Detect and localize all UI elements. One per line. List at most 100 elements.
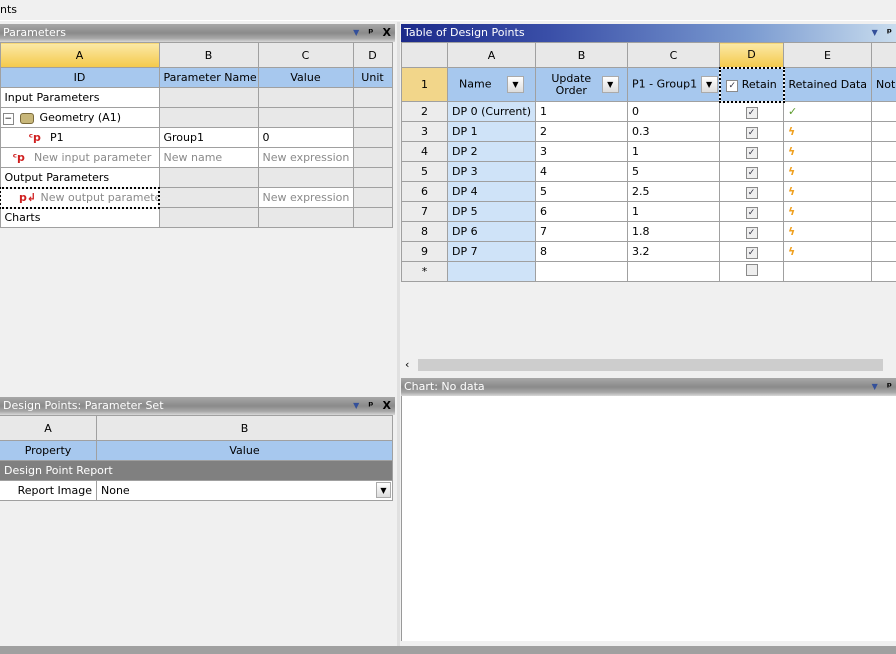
parameter-row[interactable]: ᶜp P1 Group1 0 xyxy=(0,127,393,148)
name-cell[interactable]: DP 3 xyxy=(447,161,536,182)
id-cell[interactable]: ᶜp P1 xyxy=(0,127,160,148)
notes-cell[interactable] xyxy=(871,261,896,282)
column-a[interactable]: A xyxy=(0,415,97,441)
retain-cell[interactable]: ✓ xyxy=(719,141,784,162)
parameter-row[interactable]: ᶜp New input parameter New name New expres… xyxy=(0,147,393,168)
column-a[interactable]: A xyxy=(447,42,536,68)
dropdown-icon[interactable]: ▼ xyxy=(353,24,359,42)
design-point-row[interactable]: * xyxy=(401,261,896,282)
report-image-select[interactable]: None ▼ xyxy=(96,480,393,501)
dropdown-icon[interactable]: ▼ xyxy=(872,24,878,42)
close-icon[interactable]: X xyxy=(383,24,391,42)
id-cell[interactable]: p↲ New output parameter xyxy=(0,186,160,209)
retain-cell[interactable]: ✓ xyxy=(719,241,784,262)
pin-icon[interactable]: ᵖ xyxy=(368,24,373,42)
horizontal-scrollbar[interactable]: ‹ xyxy=(401,357,896,373)
column-b[interactable]: B xyxy=(535,42,628,68)
value-cell[interactable]: 0 xyxy=(257,127,354,148)
retain-cell[interactable]: ✓ xyxy=(719,221,784,242)
name-cell[interactable]: DP 4 xyxy=(447,181,536,202)
id-cell[interactable]: − Geometry (A1) xyxy=(0,107,160,128)
notes-cell[interactable] xyxy=(871,241,896,262)
design-point-row[interactable]: 6 DP 4 5 2.5 ✓ ϟ xyxy=(401,181,896,202)
design-point-row[interactable]: 3 DP 1 2 0.3 ✓ ϟ xyxy=(401,121,896,142)
name-cell[interactable]: DP 0 (Current) xyxy=(447,101,536,122)
retain-checkbox[interactable]: ✓ xyxy=(745,166,758,179)
parameter-row[interactable]: p↲ New output parameter New expression xyxy=(0,186,393,209)
retain-checkbox[interactable]: ✓ xyxy=(745,226,758,239)
parameter-row[interactable]: Output Parameters xyxy=(0,167,393,188)
name-cell[interactable]: DP 7 xyxy=(447,241,536,262)
retain-checkbox[interactable]: ✓ xyxy=(745,206,758,219)
update-order-cell[interactable]: 6 xyxy=(535,201,628,222)
update-order-cell[interactable]: 2 xyxy=(535,121,628,142)
p1-cell[interactable]: 3.2 xyxy=(627,241,720,262)
parameter-name-cell[interactable]: Group1 xyxy=(158,127,259,148)
id-cell[interactable]: ᶜp New input parameter xyxy=(0,147,160,168)
retain-checkbox[interactable]: ✓ xyxy=(745,186,758,199)
pin-icon[interactable]: ᵖ xyxy=(887,378,892,396)
value-cell[interactable]: New expression xyxy=(257,187,354,208)
header-retain[interactable]: ✓ Retain xyxy=(718,66,785,103)
p1-cell[interactable]: 5 xyxy=(627,161,720,182)
retain-cell[interactable]: ✓ xyxy=(719,121,784,142)
pin-icon[interactable]: ᵖ xyxy=(887,24,892,42)
retain-cell[interactable]: ✓ xyxy=(719,161,784,182)
name-cell[interactable]: DP 6 xyxy=(447,221,536,242)
column-d[interactable]: D xyxy=(719,42,784,68)
p1-cell[interactable]: 1 xyxy=(627,141,720,162)
column-e[interactable]: E xyxy=(783,42,872,68)
notes-cell[interactable] xyxy=(871,141,896,162)
filter-dropdown-icon[interactable]: ▼ xyxy=(506,76,524,93)
retain-cell[interactable] xyxy=(719,261,784,282)
scroll-left-icon[interactable]: ‹ xyxy=(405,358,409,371)
filter-dropdown-icon[interactable]: ▼ xyxy=(700,76,718,93)
update-order-cell[interactable]: 3 xyxy=(535,141,628,162)
value-cell[interactable]: New expression xyxy=(257,147,354,168)
id-cell[interactable]: Output Parameters xyxy=(0,167,160,188)
design-point-row[interactable]: 7 DP 5 6 1 ✓ ϟ xyxy=(401,201,896,222)
update-order-cell[interactable] xyxy=(535,261,628,282)
parameter-name-cell[interactable] xyxy=(158,187,259,208)
id-cell[interactable]: Charts xyxy=(0,207,160,228)
update-order-cell[interactable]: 4 xyxy=(535,161,628,182)
column-b[interactable]: B xyxy=(158,42,259,68)
retain-cell[interactable]: ✓ xyxy=(719,101,784,122)
notes-cell[interactable] xyxy=(871,161,896,182)
notes-cell[interactable] xyxy=(871,121,896,142)
pin-icon[interactable]: ᵖ xyxy=(368,397,373,415)
design-point-row[interactable]: 8 DP 6 7 1.8 ✓ ϟ xyxy=(401,221,896,242)
column-b[interactable]: B xyxy=(96,415,393,441)
name-cell[interactable] xyxy=(447,261,536,282)
retain-checkbox[interactable]: ✓ xyxy=(745,106,758,119)
retain-cell[interactable]: ✓ xyxy=(719,201,784,222)
p1-cell[interactable]: 0 xyxy=(627,101,720,122)
parameter-row[interactable]: − Geometry (A1) xyxy=(0,107,393,128)
column-d[interactable]: D xyxy=(352,42,393,68)
design-point-row[interactable]: 5 DP 3 4 5 ✓ ϟ xyxy=(401,161,896,182)
retain-all-checkbox[interactable]: ✓ xyxy=(726,79,739,92)
p1-cell[interactable]: 1.8 xyxy=(627,221,720,242)
id-cell[interactable]: Input Parameters xyxy=(0,87,160,108)
design-point-row[interactable]: 9 DP 7 8 3.2 ✓ ϟ xyxy=(401,241,896,262)
p1-cell[interactable]: 1 xyxy=(627,201,720,222)
p1-cell[interactable]: 2.5 xyxy=(627,181,720,202)
retain-checkbox[interactable]: ✓ xyxy=(745,246,758,259)
retain-checkbox[interactable]: ✓ xyxy=(745,126,758,139)
parameter-name-cell[interactable]: New name xyxy=(158,147,259,168)
chevron-down-icon[interactable]: ▼ xyxy=(376,482,391,498)
design-point-row[interactable]: 2 DP 0 (Current) 1 0 ✓ ✓ xyxy=(401,101,896,122)
notes-cell[interactable] xyxy=(871,221,896,242)
scrollbar-thumb[interactable] xyxy=(418,359,883,371)
collapse-icon[interactable]: − xyxy=(2,113,15,125)
notes-cell[interactable] xyxy=(871,101,896,122)
filter-dropdown-icon[interactable]: ▼ xyxy=(601,76,619,93)
p1-cell[interactable] xyxy=(627,261,720,282)
retain-checkbox[interactable] xyxy=(745,264,758,276)
dropdown-icon[interactable]: ▼ xyxy=(353,397,359,415)
column-c[interactable]: C xyxy=(627,42,720,68)
update-order-cell[interactable]: 5 xyxy=(535,181,628,202)
column-a[interactable]: A xyxy=(0,42,160,68)
retain-cell[interactable]: ✓ xyxy=(719,181,784,202)
close-icon[interactable]: X xyxy=(383,397,391,415)
